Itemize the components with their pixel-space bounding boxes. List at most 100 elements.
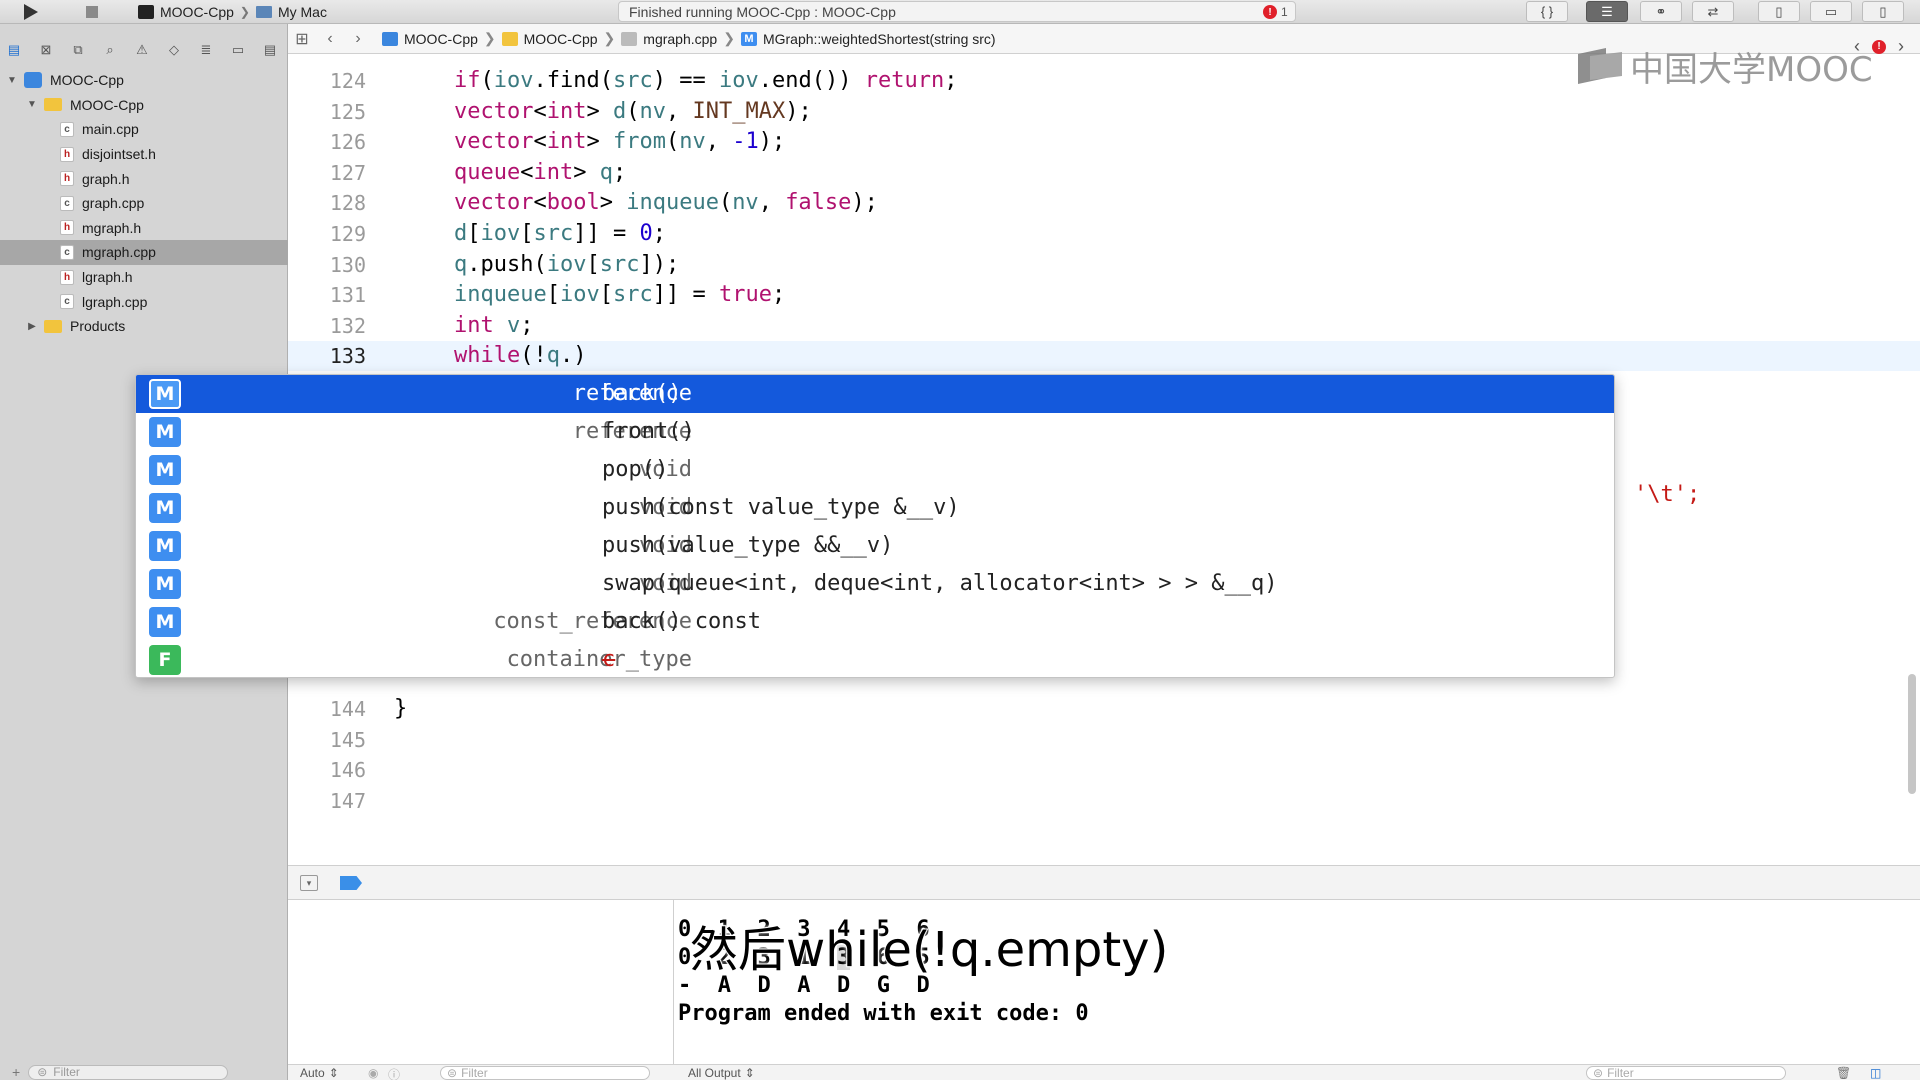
variables-filter-input[interactable]: ⊜ Filter bbox=[440, 1066, 650, 1080]
line-number: 130 bbox=[329, 252, 366, 277]
disclosure-open-icon[interactable]: ▼ bbox=[6, 75, 18, 86]
forward-icon[interactable]: › bbox=[344, 30, 372, 48]
source-control-icon[interactable]: ⊠ bbox=[36, 40, 56, 60]
disclosure-open-icon[interactable]: ▼ bbox=[26, 99, 38, 110]
navigator-toggle-icon[interactable]: ▯ bbox=[1758, 1, 1800, 22]
report-icon[interactable]: ▤ bbox=[260, 40, 280, 60]
completion-signature: push(const value_type &__v) bbox=[602, 495, 960, 520]
tree-item-label: mgraph.h bbox=[82, 219, 142, 236]
back-icon[interactable]: ‹ bbox=[316, 30, 344, 48]
method-badge-icon: M bbox=[149, 379, 181, 409]
cpp-file-icon: c bbox=[60, 121, 74, 137]
standard-editor-icon[interactable]: ☰ bbox=[1586, 1, 1628, 22]
tree-item-mooc-cpp[interactable]: ▼ MOOC-Cpp bbox=[0, 93, 288, 118]
tree-item-main-cpp[interactable]: c main.cpp bbox=[0, 117, 288, 142]
assistant-editor-icon[interactable]: ⚭ bbox=[1640, 1, 1682, 22]
code-text: vector<bool> inqueue(nv, false); bbox=[454, 190, 878, 216]
code-line: 146 bbox=[288, 755, 1920, 785]
completion-item[interactable]: Mvoid pop() bbox=[136, 451, 1614, 489]
completion-item[interactable]: Mvoid swap(queue<int, deque<int, allocato… bbox=[136, 565, 1614, 603]
chevron-right-icon: ❯ bbox=[239, 5, 250, 19]
info-icon[interactable]: ⓘ bbox=[388, 1066, 400, 1080]
destination-name: My Mac bbox=[277, 4, 327, 20]
line-number: 144 bbox=[329, 697, 366, 721]
variables-mode-selector[interactable]: Auto ⇕ bbox=[300, 1066, 339, 1080]
hide-debug-area-icon[interactable]: ▾ bbox=[300, 875, 318, 891]
tree-item-graph-h[interactable]: h graph.h bbox=[0, 166, 288, 191]
header-file-icon: h bbox=[60, 220, 74, 236]
editor-scrollbar[interactable] bbox=[1908, 674, 1916, 794]
breadcrumb-item[interactable]: MOOC-Cpp bbox=[501, 31, 598, 47]
scheme-selector[interactable]: MOOC-Cpp ❯ My Mac bbox=[138, 3, 327, 21]
error-count: 1 bbox=[1281, 5, 1288, 19]
tree-item-mgraph-h[interactable]: h mgraph.h bbox=[0, 216, 288, 241]
breadcrumb-item[interactable]: MOOC-Cpp bbox=[382, 31, 478, 47]
chevron-left-icon[interactable]: ‹ bbox=[1854, 36, 1860, 57]
eye-icon[interactable]: ◉ bbox=[368, 1066, 378, 1080]
breakpoints-toggle-icon[interactable] bbox=[340, 876, 362, 890]
error-icon[interactable]: ! bbox=[1872, 39, 1886, 54]
file-tree: ▼ MOOC-Cpp ▼ MOOC-Cpp c main.cpp h disjointset.… bbox=[0, 68, 288, 339]
breadcrumb-item[interactable]: mgraph.cpp bbox=[621, 31, 717, 47]
trash-icon[interactable]: 🗑 bbox=[1836, 1066, 1851, 1080]
video-subtitle: 然后while(!q.empty) bbox=[689, 921, 1169, 979]
console-filter-input[interactable]: ⊜ Filter bbox=[1586, 1066, 1786, 1080]
tree-item-products[interactable]: ▶ Products bbox=[0, 314, 288, 339]
test-icon[interactable]: ◇ bbox=[164, 40, 184, 60]
filter-icon: ⊜ bbox=[37, 1065, 48, 1079]
cpp-file-icon: c bbox=[60, 244, 74, 260]
code-line: 130 q.push(iov[src]); bbox=[288, 250, 1920, 280]
tree-item-mgraph-cpp[interactable]: c mgraph.cpp bbox=[0, 240, 288, 265]
breadcrumb-item[interactable]: M MGraph::weightedShortest(string src) bbox=[740, 31, 996, 47]
scheme-name: MOOC-Cpp bbox=[160, 4, 234, 20]
completion-item[interactable]: Fcontainer_type c bbox=[136, 641, 1614, 677]
debug-icon[interactable]: ≣ bbox=[196, 40, 216, 60]
braces-icon[interactable]: { } bbox=[1526, 1, 1568, 22]
hierarchy-icon[interactable]: ⧉ bbox=[68, 40, 88, 60]
completion-item[interactable]: Mconst_reference back() const bbox=[136, 603, 1614, 641]
method-badge-icon: M bbox=[149, 455, 181, 485]
navigator-filter-placeholder: Filter bbox=[53, 1065, 80, 1079]
warning-icon[interactable]: ⚠ bbox=[132, 40, 152, 60]
related-items-icon[interactable]: ⊞ bbox=[288, 29, 316, 49]
search-icon[interactable]: ⌕ bbox=[100, 40, 120, 60]
completion-signature: pop() bbox=[602, 457, 669, 482]
completion-signature: c bbox=[602, 647, 616, 672]
code-fragment: '\t'; bbox=[1634, 482, 1701, 507]
add-icon[interactable]: + bbox=[12, 1064, 20, 1080]
chevron-right-icon: ❯ bbox=[483, 30, 496, 46]
tree-item-graph-cpp[interactable]: c graph.cpp bbox=[0, 191, 288, 216]
navigator-filter-input[interactable]: ⊜ Filter bbox=[28, 1064, 229, 1080]
completion-item[interactable]: Mvoid push(const value_type &__v) bbox=[136, 489, 1614, 527]
variables-mode: Auto bbox=[300, 1066, 325, 1080]
debug-area-toggle-icon[interactable]: ▭ bbox=[1810, 1, 1852, 22]
tree-item-label: disjointset.h bbox=[82, 146, 156, 163]
completion-item[interactable]: Mreference back() bbox=[136, 375, 1614, 413]
folder-icon[interactable]: ▤ bbox=[4, 40, 24, 60]
tree-item-lgraph-h[interactable]: h lgraph.h bbox=[0, 265, 288, 290]
navigator-tabs: ▤ ⊠ ⧉ ⌕ ⚠ ◇ ≣ ▭ ▤ bbox=[0, 38, 288, 62]
completion-item[interactable]: Mvoid push(value_type &&__v) bbox=[136, 527, 1614, 565]
cpp-file-icon bbox=[621, 31, 638, 46]
play-icon[interactable] bbox=[16, 2, 46, 22]
version-editor-icon[interactable]: ⇄ bbox=[1692, 1, 1734, 22]
tree-item-lgraph-cpp[interactable]: c lgraph.cpp bbox=[0, 289, 288, 314]
tree-item-mooc-cpp[interactable]: ▼ MOOC-Cpp bbox=[0, 68, 288, 93]
completion-item[interactable]: Mreference front() bbox=[136, 413, 1614, 451]
output-selector[interactable]: All Output ⇕ bbox=[688, 1066, 755, 1080]
chevron-right-icon[interactable]: › bbox=[1898, 36, 1904, 57]
line-number: 133 bbox=[329, 344, 366, 369]
disclosure-closed-icon[interactable]: ▶ bbox=[26, 321, 38, 332]
error-indicator[interactable]: ! 1 bbox=[1263, 5, 1288, 19]
breadcrumb-label: MOOC-Cpp bbox=[404, 30, 478, 47]
stop-icon[interactable] bbox=[80, 2, 104, 22]
console-exit-message: Program ended with exit code: 0 bbox=[678, 1001, 1089, 1026]
split-view-icon[interactable]: ◫ bbox=[1870, 1066, 1881, 1080]
utilities-toggle-icon[interactable]: ▯ bbox=[1862, 1, 1904, 22]
breakpoint-icon[interactable]: ▭ bbox=[228, 40, 248, 60]
watermark: 中国大学MOOC bbox=[1576, 44, 1873, 90]
tree-item-label: mgraph.cpp bbox=[82, 244, 156, 261]
activity-viewer: Finished running MOOC-Cpp : MOOC-Cpp ! 1 bbox=[618, 1, 1296, 22]
tree-item-disjointset-h[interactable]: h disjointset.h bbox=[0, 142, 288, 167]
line-number: 131 bbox=[329, 283, 366, 308]
